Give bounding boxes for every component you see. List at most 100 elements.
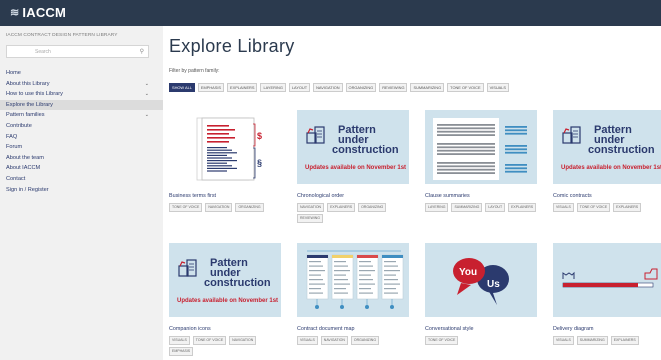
pattern-title[interactable]: Conversational style bbox=[425, 326, 537, 332]
search-input[interactable]: Search ⚲ bbox=[6, 45, 149, 58]
sidebar-item-contribute[interactable]: Contribute bbox=[0, 121, 163, 132]
filter-chip-layout[interactable]: LAYOUT bbox=[288, 83, 311, 93]
sidebar-item-about-this-library[interactable]: About this Library ⌄ bbox=[0, 79, 163, 90]
pattern-thumbnail[interactable] bbox=[553, 243, 661, 317]
sidebar-item-how-to-use-this-library[interactable]: How to use this Library ⌄ bbox=[0, 89, 163, 100]
pattern-tag[interactable]: EXPLAINERS bbox=[610, 336, 639, 346]
filter-chip-navigation[interactable]: NAVIGATION bbox=[313, 83, 343, 93]
sidebar-item-label: About IACCM bbox=[6, 165, 41, 172]
sidebar-item-about-iaccm[interactable]: About IACCM bbox=[0, 163, 163, 174]
chevron-down-icon[interactable]: ⌄ bbox=[145, 110, 149, 121]
pattern-card-business-terms-first[interactable]: $ § Business terms first TONE OF VOICE NAV… bbox=[169, 110, 281, 213]
filter-chip-visuals[interactable]: VISUALS bbox=[486, 83, 509, 93]
svg-text:construction: construction bbox=[588, 144, 655, 156]
pattern-thumbnail[interactable]: $ § bbox=[169, 110, 281, 184]
filter-chip-organizing[interactable]: ORGANIZING bbox=[345, 83, 377, 93]
sidebar-title: IACCM CONTRACT DESIGN PATTERN LIBRARY bbox=[6, 33, 118, 38]
sidebar-item-label: Pattern families bbox=[6, 112, 45, 119]
filter-chip-explainers[interactable]: EXPLAINERS bbox=[227, 83, 258, 93]
pattern-tags: VISUALS TONE OF VOICE NAVIGATION EMPHASIS bbox=[169, 336, 281, 357]
sidebar-item-pattern-families[interactable]: Pattern families ⌄ bbox=[0, 110, 163, 121]
pattern-tag[interactable]: NAVIGATION bbox=[297, 203, 325, 213]
pattern-tag[interactable]: SUMMARIZING bbox=[576, 336, 608, 346]
sidebar-item-explore-the-library[interactable]: Explore the Library bbox=[0, 99, 163, 111]
pattern-tag[interactable]: VISUALS bbox=[553, 336, 574, 346]
pattern-tag[interactable]: VISUALS bbox=[169, 336, 190, 346]
pattern-card-comic-contracts[interactable]: Pattern under construction Updates avail… bbox=[553, 110, 661, 213]
pattern-tags: VISUALS TONE OF VOICE EXPLAINERS bbox=[553, 203, 661, 213]
filter-chip-layering[interactable]: LAYERING bbox=[260, 83, 286, 93]
pattern-tag[interactable]: TONE OF VOICE bbox=[576, 203, 611, 213]
pattern-tag[interactable]: NAVIGATION bbox=[205, 203, 233, 213]
pattern-tag[interactable]: TONE OF VOICE bbox=[169, 203, 203, 213]
pattern-card-delivery-diagram[interactable]: Delivery diagram VISUALS SUMMARIZING EXPLAI… bbox=[553, 243, 661, 346]
filter-label: Filter by pattern family: bbox=[169, 68, 220, 74]
pattern-tag[interactable]: ORGANIZING bbox=[358, 203, 387, 213]
filter-chip-summarizing[interactable]: SUMMARIZING bbox=[410, 83, 445, 93]
pattern-tag[interactable]: LAYOUT bbox=[485, 203, 506, 213]
pattern-title[interactable]: Chronological order bbox=[297, 193, 409, 199]
pattern-card-chronological-order[interactable]: Pattern under construction Updates avail… bbox=[297, 110, 409, 224]
sidebar-item-contact[interactable]: Contact bbox=[0, 174, 163, 185]
svg-text:Us: Us bbox=[487, 279, 500, 290]
pattern-tag[interactable]: VISUALS bbox=[553, 203, 574, 213]
pattern-thumbnail[interactable]: You Us bbox=[425, 243, 537, 317]
pattern-card-clause-summaries[interactable]: Clause summaries LAYERING SUMMARIZING LAYOU… bbox=[425, 110, 537, 213]
pattern-thumbnail[interactable]: Pattern under construction Updates avail… bbox=[169, 243, 281, 317]
pattern-tag[interactable]: EXPLAINERS bbox=[508, 203, 537, 213]
pattern-thumbnail[interactable]: Pattern under construction Updates avail… bbox=[553, 110, 661, 184]
pattern-title[interactable]: Comic contracts bbox=[553, 193, 661, 199]
pattern-tag[interactable]: NAVIGATION bbox=[229, 336, 257, 346]
chevron-down-icon[interactable]: ⌄ bbox=[145, 79, 149, 90]
filter-chip-tone-of-voice[interactable]: TONE OF VOICE bbox=[447, 83, 484, 93]
pattern-thumbnail[interactable]: Pattern under construction Updates avail… bbox=[297, 110, 409, 184]
waves-icon: ≋ bbox=[10, 7, 20, 19]
pattern-title[interactable]: Delivery diagram bbox=[553, 326, 661, 332]
pattern-tag[interactable]: LAYERING bbox=[425, 203, 449, 213]
sidebar-item-faq[interactable]: FAQ bbox=[0, 132, 163, 143]
filter-chip-emphasis[interactable]: EMPHASIS bbox=[197, 83, 225, 93]
pattern-tag[interactable]: EXPLAINERS bbox=[613, 203, 642, 213]
search-icon[interactable]: ⚲ bbox=[140, 48, 144, 55]
pattern-card-contract-document-map[interactable]: Contract document map VISUALS NAVIGATION OR… bbox=[297, 243, 409, 346]
pattern-tags: VISUALS NAVIGATION ORGANIZING bbox=[297, 336, 409, 346]
main-content: Explore Library Filter by pattern family… bbox=[163, 26, 661, 360]
sidebar-item-label: Sign in / Register bbox=[6, 186, 49, 193]
sidebar-item-label: Forum bbox=[6, 144, 23, 151]
pattern-tag[interactable]: ORGANIZING bbox=[235, 203, 264, 213]
page-title: Explore Library bbox=[169, 36, 295, 56]
pattern-tag[interactable]: TONE OF VOICE bbox=[192, 336, 227, 346]
pattern-tag[interactable]: ORGANIZING bbox=[350, 336, 380, 346]
pattern-tag[interactable]: REVIEWING bbox=[297, 214, 324, 224]
svg-text:You: You bbox=[459, 267, 477, 278]
pattern-tag[interactable]: EMPHASIS bbox=[169, 347, 194, 357]
pattern-tag[interactable]: EXPLAINERS bbox=[327, 203, 356, 213]
filter-chips: SHOW ALL EMPHASIS EXPLAINERS LAYERING LAYOUT… bbox=[169, 83, 509, 93]
pattern-card-conversational-style[interactable]: You Us Conversational style TONE OF VOICE bbox=[425, 243, 537, 346]
pattern-thumbnail[interactable] bbox=[297, 243, 409, 317]
pattern-tag[interactable]: NAVIGATION bbox=[320, 336, 348, 346]
sidebar-item-home[interactable]: Home bbox=[0, 68, 163, 79]
pattern-thumbnail[interactable] bbox=[425, 110, 537, 184]
pattern-card-companion-icons[interactable]: Pattern under construction Updates avail… bbox=[169, 243, 281, 357]
svg-text:Updates available on November: Updates available on November 1st bbox=[177, 298, 278, 304]
sidebar-item-sign-in-register[interactable]: Sign in / Register bbox=[0, 185, 163, 196]
logo-text: IACCM bbox=[22, 5, 67, 20]
sidebar-item-forum[interactable]: Forum bbox=[0, 142, 163, 153]
filter-chip-reviewing[interactable]: REVIEWING bbox=[379, 83, 408, 93]
pattern-tag[interactable]: TONE OF VOICE bbox=[425, 336, 459, 346]
sidebar-item-label: FAQ bbox=[6, 133, 18, 140]
sidebar-item-label: About the team bbox=[6, 154, 44, 161]
pattern-title[interactable]: Clause summaries bbox=[425, 193, 537, 199]
pattern-title[interactable]: Business terms first bbox=[169, 193, 281, 199]
sidebar-item-about-the-team[interactable]: About the team bbox=[0, 153, 163, 164]
sidebar-nav: Home About this Library ⌄ How to use this L… bbox=[0, 68, 163, 195]
pattern-title[interactable]: Companion icons bbox=[169, 326, 281, 332]
pattern-tag[interactable]: VISUALS bbox=[297, 336, 318, 346]
iaccm-logo[interactable]: ≋ IACCM bbox=[10, 5, 66, 20]
pattern-title[interactable]: Contract document map bbox=[297, 326, 409, 332]
chevron-down-icon[interactable]: ⌄ bbox=[145, 89, 149, 100]
sidebar-item-label: Explore the Library bbox=[6, 101, 53, 108]
filter-chip-show-all[interactable]: SHOW ALL bbox=[169, 83, 195, 93]
pattern-tag[interactable]: SUMMARIZING bbox=[451, 203, 483, 213]
